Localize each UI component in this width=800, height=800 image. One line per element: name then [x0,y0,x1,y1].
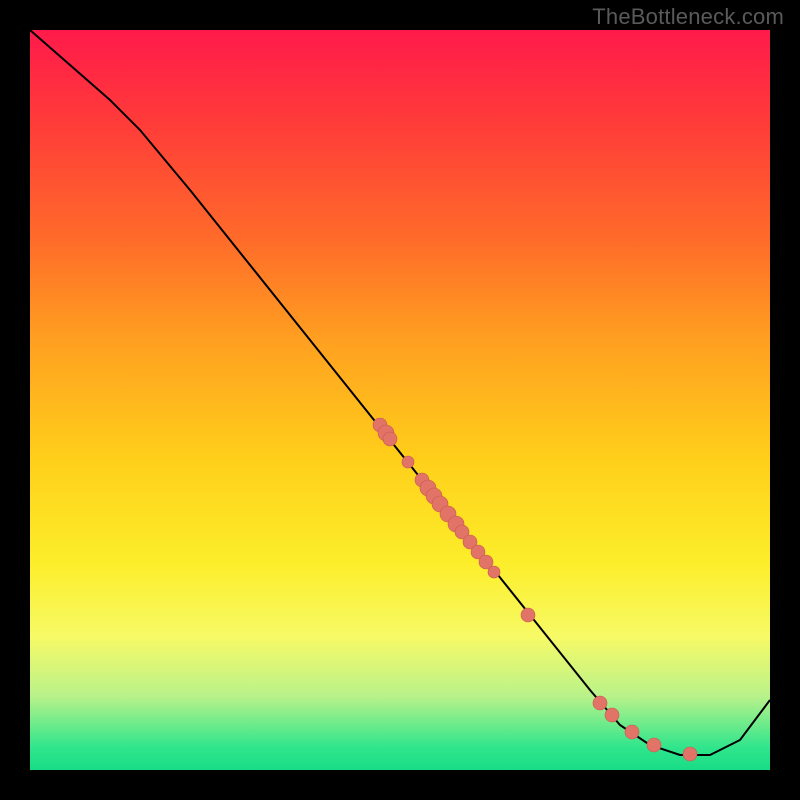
data-dots [373,418,697,761]
data-dot [593,696,607,710]
data-dot [625,725,639,739]
bottleneck-curve [30,30,770,755]
data-dot [488,566,500,578]
plot-area [30,30,770,770]
curve-svg [30,30,770,770]
data-dot [647,738,661,752]
chart-container: TheBottleneck.com [0,0,800,800]
watermark-text: TheBottleneck.com [592,4,784,30]
data-dot [383,432,397,446]
data-dot [683,747,697,761]
data-dot [521,608,535,622]
data-dot [605,708,619,722]
data-dot [402,456,414,468]
